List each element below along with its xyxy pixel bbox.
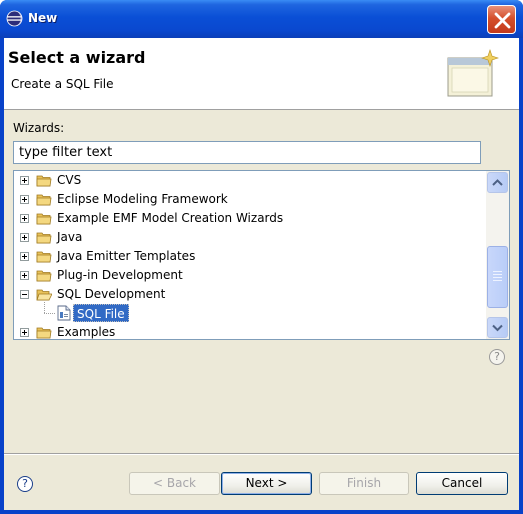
chevron-up-icon: [492, 179, 503, 186]
dialog-window: New Select a wizard Create a SQL File Wi…: [0, 0, 523, 514]
cancel-button[interactable]: Cancel: [416, 472, 508, 495]
expand-icon[interactable]: [20, 233, 29, 242]
sql-file-icon: [57, 305, 71, 321]
next-button[interactable]: Next >: [221, 472, 312, 495]
title-bar[interactable]: New: [0, 0, 523, 38]
tree-item-label: Plug-in Development: [57, 268, 183, 282]
tree-item-sql-development[interactable]: SQL Development: [14, 285, 484, 304]
scroll-up-button[interactable]: [487, 172, 508, 193]
back-button[interactable]: < Back: [129, 472, 220, 495]
banner-description: Create a SQL File: [11, 77, 114, 91]
help-icon[interactable]: ?: [17, 476, 33, 492]
tree-item-java[interactable]: Java: [14, 228, 484, 247]
tree-item-emf[interactable]: Eclipse Modeling Framework: [14, 190, 484, 209]
scrollbar-thumb[interactable]: [487, 246, 508, 308]
folder-icon: [36, 175, 52, 187]
tree-item-label-selected: SQL File: [73, 304, 129, 322]
window-title: New: [28, 11, 58, 25]
vertical-scrollbar[interactable]: [486, 171, 509, 339]
banner-title: Select a wizard: [8, 48, 146, 67]
dialog-client-area: Select a wizard Create a SQL File Wizard…: [4, 38, 519, 510]
expand-icon[interactable]: [20, 252, 29, 261]
tree-item-plugin-dev[interactable]: Plug-in Development: [14, 266, 484, 285]
tree-item-label: CVS: [57, 173, 82, 187]
finish-button[interactable]: Finish: [319, 472, 409, 495]
folder-icon: [36, 213, 52, 225]
tree-item-label: Java: [57, 230, 83, 244]
tree-item-jet[interactable]: Java Emitter Templates: [14, 247, 484, 266]
folder-icon: [36, 270, 52, 282]
eclipse-app-icon: [6, 10, 23, 27]
tree-item-label: Java Emitter Templates: [57, 249, 196, 263]
tree-item-label: Eclipse Modeling Framework: [57, 192, 228, 206]
close-icon: [494, 12, 511, 29]
tree-item-cvs[interactable]: CVS: [14, 171, 484, 190]
grip-icon: [493, 271, 502, 281]
button-bar-separator: [4, 453, 519, 455]
chevron-down-icon: [492, 324, 503, 332]
help-icon[interactable]: ?: [489, 349, 505, 365]
tree-item-label: SQL Development: [57, 287, 166, 301]
expand-icon[interactable]: [20, 195, 29, 204]
window-frame: [519, 38, 523, 514]
tree-item-example-emf[interactable]: Example EMF Model Creation Wizards: [14, 209, 484, 228]
collapse-icon[interactable]: [20, 290, 29, 299]
wizard-banner-icon: [447, 49, 499, 97]
tree-item-sql-file[interactable]: SQL File: [14, 304, 484, 323]
expand-icon[interactable]: [20, 271, 29, 280]
close-button[interactable]: [487, 5, 516, 34]
folder-open-icon: [36, 289, 52, 301]
window-frame: [0, 510, 523, 514]
tree-item-examples[interactable]: Examples: [14, 323, 484, 339]
wizard-tree[interactable]: CVS Eclipse Modeling Framework Example E…: [13, 170, 510, 340]
folder-icon: [36, 251, 52, 263]
expand-icon[interactable]: [20, 176, 29, 185]
expand-icon[interactable]: [20, 214, 29, 223]
filter-input[interactable]: [13, 141, 481, 164]
window-frame: [0, 38, 4, 514]
folder-icon: [36, 194, 52, 206]
folder-icon: [36, 327, 52, 339]
wizards-label: Wizards:: [13, 121, 65, 135]
expand-icon[interactable]: [20, 328, 29, 337]
wizard-banner: Select a wizard Create a SQL File: [4, 38, 519, 110]
tree-item-label: Example EMF Model Creation Wizards: [57, 211, 284, 225]
scroll-down-button[interactable]: [487, 317, 508, 338]
folder-icon: [36, 232, 52, 244]
tree-item-label: Examples: [57, 325, 116, 339]
